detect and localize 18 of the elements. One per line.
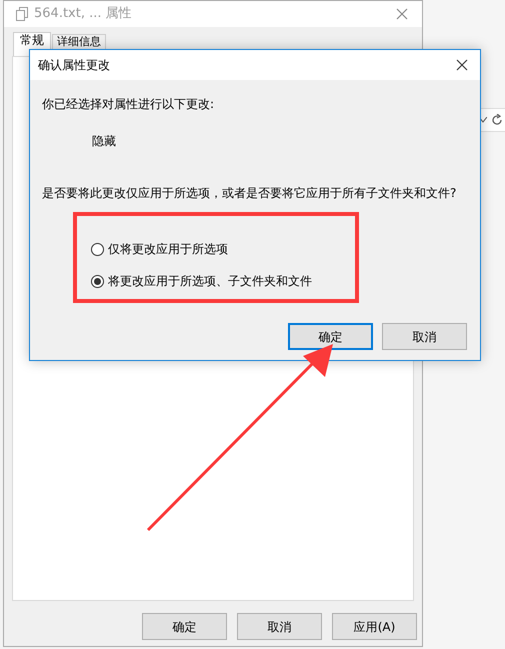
dialog-button[interactable]: 确定 bbox=[288, 323, 373, 350]
change-text: 隐藏 bbox=[92, 133, 117, 150]
close-icon[interactable] bbox=[456, 59, 468, 71]
question-text: 是否要将此更改仅应用于所选项，或者是否要将它应用于所有子文件夹和文件? bbox=[42, 185, 458, 202]
dialog-button[interactable]: 应用(A) bbox=[332, 613, 417, 640]
refresh-icon[interactable] bbox=[491, 114, 503, 126]
option-label[interactable]: 仅将更改应用于所选项 bbox=[108, 240, 228, 258]
dialog-button[interactable]: 取消 bbox=[237, 613, 322, 640]
radio-button[interactable] bbox=[91, 242, 104, 256]
radio-button[interactable] bbox=[91, 274, 104, 288]
intro-text: 你已经选择对属性进行以下更改: bbox=[42, 96, 216, 113]
documents-icon bbox=[16, 7, 28, 21]
option-label[interactable]: 将更改应用于所选项、子文件夹和文件 bbox=[108, 272, 312, 290]
dialog-button[interactable]: 确定 bbox=[142, 613, 227, 640]
dropdown-caret-icon[interactable] bbox=[479, 117, 487, 123]
window-title: 564.txt, ... 属性 bbox=[34, 5, 133, 24]
dialog-title: 确认属性更改 bbox=[38, 57, 111, 74]
dialog-button[interactable]: 取消 bbox=[382, 323, 467, 350]
